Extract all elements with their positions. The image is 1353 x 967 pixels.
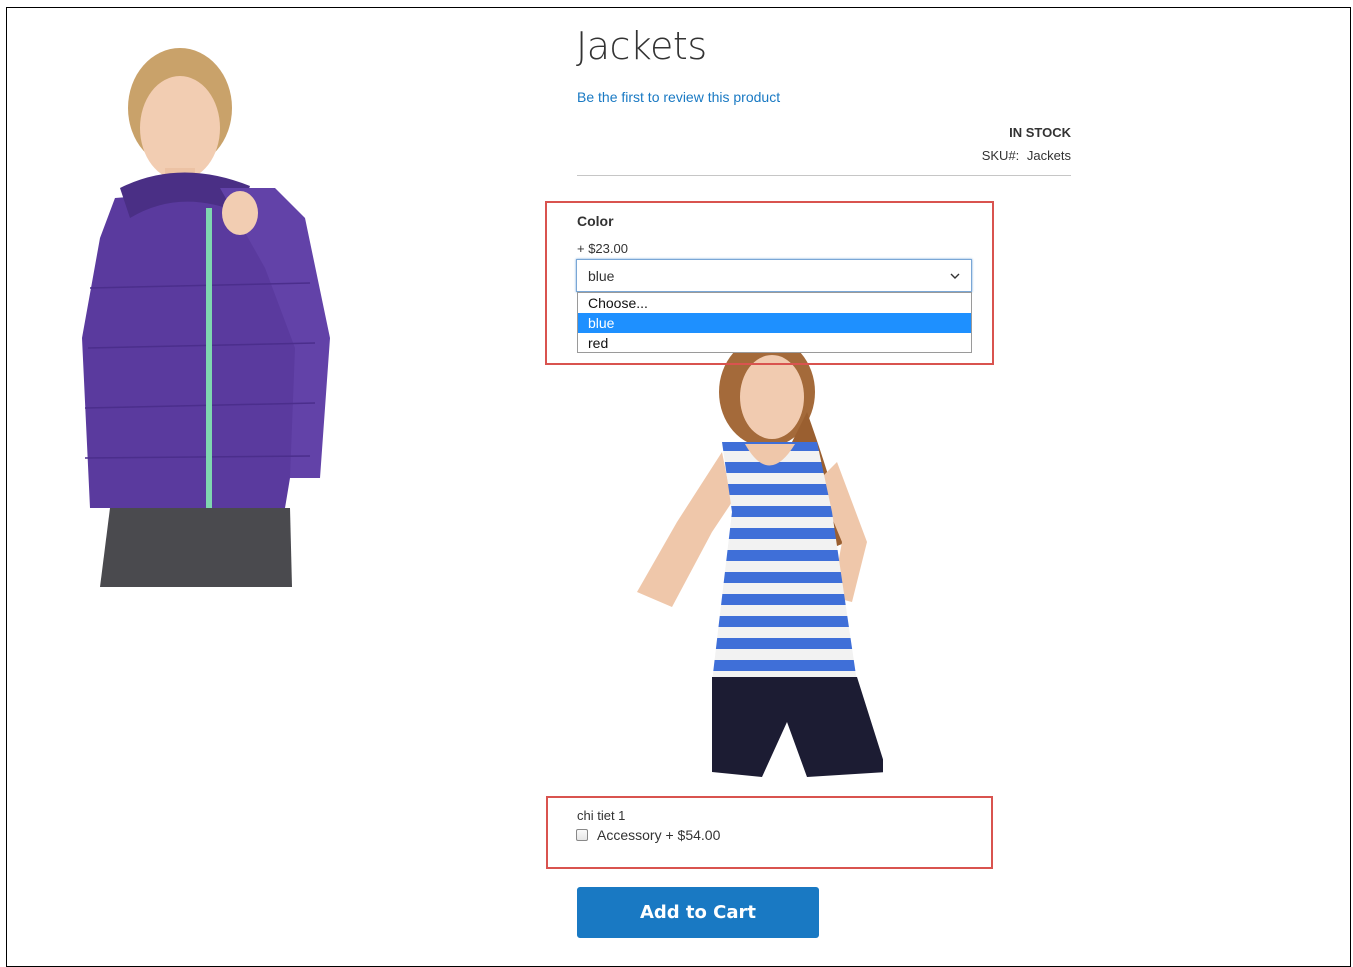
product-title: Jackets — [576, 24, 707, 68]
color-select-value: blue — [588, 268, 615, 284]
color-option-red[interactable]: red — [578, 333, 971, 353]
option-image-tank — [637, 352, 883, 777]
accessory-label: Accessory — [597, 827, 662, 843]
sku: SKU#: Jackets — [982, 148, 1071, 163]
add-to-cart-button[interactable]: Add to Cart — [577, 887, 819, 938]
review-link[interactable]: Be the first to review this product — [577, 89, 780, 105]
color-option-price: + $23.00 — [577, 241, 628, 256]
product-image-jacket — [82, 48, 330, 587]
color-select[interactable]: blue — [576, 259, 972, 292]
sku-value: Jackets — [1026, 148, 1071, 163]
color-dropdown: Choose... blue red — [577, 292, 972, 353]
chevron-down-icon — [950, 273, 960, 279]
sku-label: SKU#: — [981, 148, 1020, 163]
accessory-price: + $54.00 — [665, 827, 721, 843]
accessory-group-title: chi tiet 1 — [577, 808, 626, 823]
divider — [577, 175, 1071, 176]
accessory-checkbox[interactable] — [576, 829, 588, 841]
stock-status: In stock — [1009, 125, 1071, 140]
color-option-choose[interactable]: Choose... — [578, 293, 971, 313]
color-option-blue[interactable]: blue — [578, 313, 971, 333]
color-option-label: Color — [577, 213, 614, 229]
accessory-option: Accessory + $54.00 — [576, 827, 720, 843]
